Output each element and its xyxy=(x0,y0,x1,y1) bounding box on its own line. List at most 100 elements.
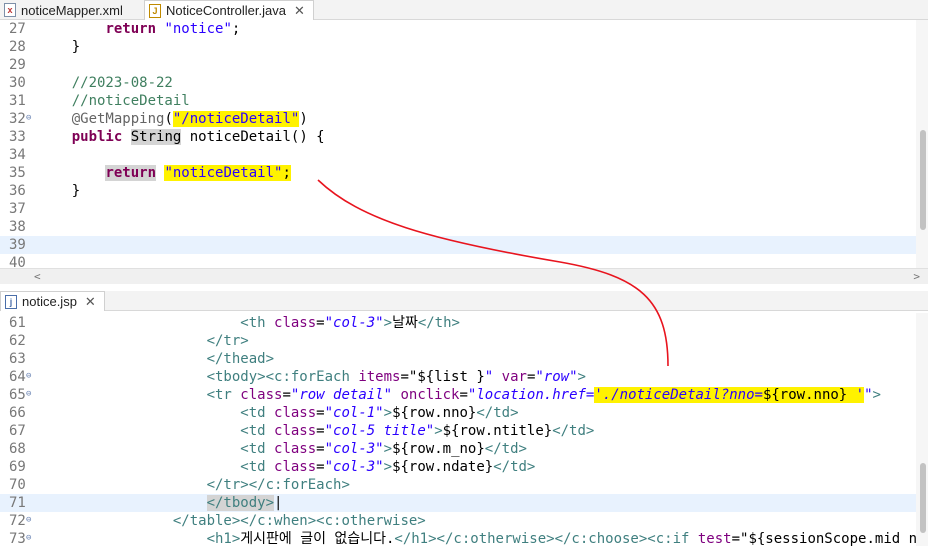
scroll-right-arrow-icon[interactable]: > xyxy=(913,270,920,283)
code-text: <tbody><c:forEach items="${list }" var="… xyxy=(38,368,586,386)
code-text: </table></c:when><c:otherwise> xyxy=(38,512,426,530)
line-number: 30 xyxy=(9,75,26,91)
code-line[interactable]: 39 xyxy=(0,236,928,254)
code-line[interactable]: 29 xyxy=(0,56,928,74)
code-token: ${row.nno} xyxy=(762,387,848,403)
code-token: 날짜 xyxy=(392,315,418,331)
code-token: <td xyxy=(240,423,275,439)
code-line[interactable]: 68 <td class="col-3">${row.m_no}</td> xyxy=(0,440,928,458)
code-line[interactable]: 65 ⊖ <tr class="row detail" onclick="loca… xyxy=(0,386,928,404)
code-text: </tr></c:forEach> xyxy=(38,476,350,494)
code-line[interactable]: 37 xyxy=(0,200,928,218)
jsp-file-icon: j xyxy=(5,294,17,309)
code-token: </tbody> xyxy=(206,495,275,511)
scrollbar-thumb[interactable] xyxy=(920,463,926,533)
fold-toggle-icon[interactable]: ⊖ xyxy=(26,534,31,543)
fold-toggle-icon[interactable]: ⊖ xyxy=(26,390,31,399)
fold-toggle-icon[interactable]: ⊖ xyxy=(26,114,31,123)
code-text: return "notice"; xyxy=(38,20,240,38)
top-editor-tabbar: x noticeMapper.xml J NoticeController.ja… xyxy=(0,0,928,20)
code-token: <td xyxy=(240,441,275,457)
fold-toggle-icon[interactable]: ⊖ xyxy=(26,516,31,525)
code-line[interactable]: 67 <td class="col-5 title">${row.ntitle}… xyxy=(0,422,928,440)
code-line[interactable]: 32 ⊖ @GetMapping("/noticeDetail") xyxy=(0,110,928,128)
code-token: ${sessionScope.mid ne xyxy=(748,531,926,546)
code-token: > xyxy=(434,423,443,439)
code-line[interactable]: 36 } xyxy=(0,182,928,200)
code-line[interactable]: 38 xyxy=(0,218,928,236)
code-line[interactable]: 64 ⊖ <tbody><c:forEach items="${list }" v… xyxy=(0,368,928,386)
code-token: @GetMapping xyxy=(71,111,165,127)
code-token: "row" xyxy=(535,369,578,385)
line-number: 70 xyxy=(9,477,26,493)
code-token: } xyxy=(38,39,81,55)
code-line[interactable]: 40 xyxy=(0,254,928,268)
code-token: test xyxy=(697,531,732,546)
code-token: "row detail" xyxy=(290,387,401,403)
fold-toggle-icon[interactable]: ⊖ xyxy=(26,372,31,381)
code-line[interactable]: 72 ⊖ </table></c:when><c:otherwise> xyxy=(0,512,928,530)
code-line[interactable]: 35 return "noticeDetail"; xyxy=(0,164,928,182)
xml-file-icon: x xyxy=(4,3,16,17)
code-line[interactable]: 27 return "notice"; xyxy=(0,20,928,38)
code-token: = xyxy=(731,531,741,546)
line-number: 38 xyxy=(9,219,26,235)
scroll-left-arrow-icon[interactable]: < xyxy=(34,270,41,283)
code-token: = xyxy=(282,387,291,403)
code-text: </thead> xyxy=(38,350,274,368)
code-line[interactable]: 66 <td class="col-1">${row.nno}</td> xyxy=(0,404,928,422)
code-line[interactable]: 31 //noticeDetail xyxy=(0,92,928,110)
code-token: class xyxy=(274,459,317,475)
tab-notice-jsp[interactable]: j notice.jsp ✕ xyxy=(0,291,105,311)
code-line[interactable]: 73 ⊖ <h1>게시판에 글이 없습니다.</h1></c:otherwise>… xyxy=(0,530,928,546)
code-token: 게시판에 글이 없습니다. xyxy=(240,531,395,546)
code-token: class xyxy=(274,405,317,421)
code-token: "location.href= xyxy=(467,387,595,403)
code-token: items xyxy=(358,369,401,385)
code-line[interactable]: 28 } xyxy=(0,38,928,56)
code-line[interactable]: 70 </tr></c:forEach> xyxy=(0,476,928,494)
code-token: "col-1" xyxy=(324,405,384,421)
tab-notice-mapper-xml[interactable]: x noticeMapper.xml xyxy=(0,0,131,20)
code-line[interactable]: 61 <th class="col-3">날짜</th> xyxy=(0,314,928,332)
code-line[interactable]: 71 </tbody>| xyxy=(0,494,928,512)
code-line[interactable]: 33 public String noticeDetail() { xyxy=(0,128,928,146)
line-number: 40 xyxy=(9,255,26,268)
code-line[interactable]: 34 xyxy=(0,146,928,164)
code-token: class xyxy=(274,423,317,439)
code-token: = xyxy=(316,459,325,475)
code-token: </td> xyxy=(552,423,595,439)
code-token: </table> xyxy=(172,513,241,529)
tab-notice-controller-java[interactable]: J NoticeController.java ✕ xyxy=(144,0,314,20)
top-horizontal-scrollbar[interactable]: < > xyxy=(0,268,928,284)
close-icon[interactable]: ✕ xyxy=(85,294,96,310)
top-vertical-scrollbar[interactable] xyxy=(916,20,928,268)
java-code-editor[interactable]: 27 return "notice"; 28 } 29 30 //2023-08-22… xyxy=(0,20,928,268)
code-token: | xyxy=(274,495,283,511)
close-icon[interactable]: ✕ xyxy=(294,3,305,19)
code-token: "col-3" xyxy=(324,441,384,457)
code-line[interactable]: 63 </thead> xyxy=(0,350,928,368)
bottom-vertical-scrollbar[interactable] xyxy=(916,313,928,546)
code-token: <c:if xyxy=(647,531,698,546)
code-token: = xyxy=(316,315,325,331)
code-token: "noticeDetail" xyxy=(164,165,283,181)
code-line[interactable]: 69 <td class="col-3">${row.ndate}</td> xyxy=(0,458,928,476)
jsp-code-editor[interactable]: 61 <th class="col-3">날짜</th> 62 </tr> 63 <… xyxy=(0,313,928,546)
code-token: //noticeDetail xyxy=(71,93,190,109)
code-line[interactable]: 30 //2023-08-22 xyxy=(0,74,928,92)
code-text: <h1>게시판에 글이 없습니다.</h1></c:otherwise></c:… xyxy=(38,530,926,546)
code-token: ${row.ntitle} xyxy=(442,423,553,439)
line-number: 37 xyxy=(9,201,26,217)
tab-label: NoticeController.java xyxy=(166,3,286,18)
code-line[interactable]: 62 </tr> xyxy=(0,332,928,350)
code-token: " xyxy=(864,387,873,403)
code-token: "notice" xyxy=(164,21,232,37)
scrollbar-thumb[interactable] xyxy=(920,130,926,230)
